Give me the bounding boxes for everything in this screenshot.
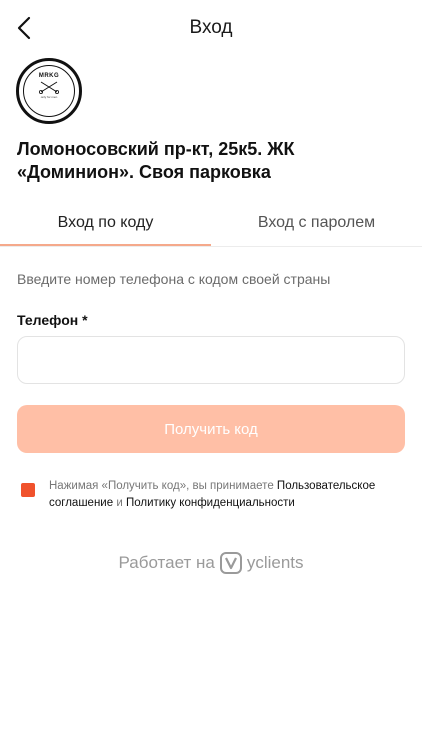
privacy-policy-link[interactable]: Политику конфиденциальности (126, 497, 295, 509)
consent-checkbox[interactable] (21, 483, 35, 497)
logo-text: MRKG (38, 73, 60, 79)
yclients-logo-icon (219, 552, 242, 574)
consent-prefix: Нажимая «Получить код», вы принимаете (49, 480, 277, 492)
tab-login-with-password[interactable]: Вход с паролем (211, 200, 422, 246)
top-bar: Вход (0, 0, 422, 58)
phone-hint: Введите номер телефона с кодом своей стр… (17, 271, 331, 287)
login-tabs: Вход по коду Вход с паролем (0, 200, 422, 247)
consent-text: Нажимая «Получить код», вы принимаете По… (49, 478, 399, 512)
page-title: Вход (189, 17, 233, 38)
consent-middle: и (113, 497, 126, 509)
logo-subtext: only for men (40, 95, 58, 99)
phone-label: Телефон * (17, 312, 88, 328)
tab-login-by-code[interactable]: Вход по коду (0, 200, 211, 246)
scissors-icon (38, 81, 59, 94)
powered-prefix: Работает на (118, 553, 215, 572)
powered-by[interactable]: Работает на yclients (0, 552, 422, 574)
salon-name: Ломоносовский пр-кт, 25к5. ЖК «Доминион»… (17, 139, 295, 182)
get-code-button[interactable]: Получить код (17, 405, 405, 453)
powered-brand: yclients (246, 553, 304, 572)
salon-logo: MRKG only for men (16, 58, 82, 124)
logo-emblem: MRKG only for men (23, 65, 75, 117)
phone-input[interactable] (17, 336, 405, 384)
